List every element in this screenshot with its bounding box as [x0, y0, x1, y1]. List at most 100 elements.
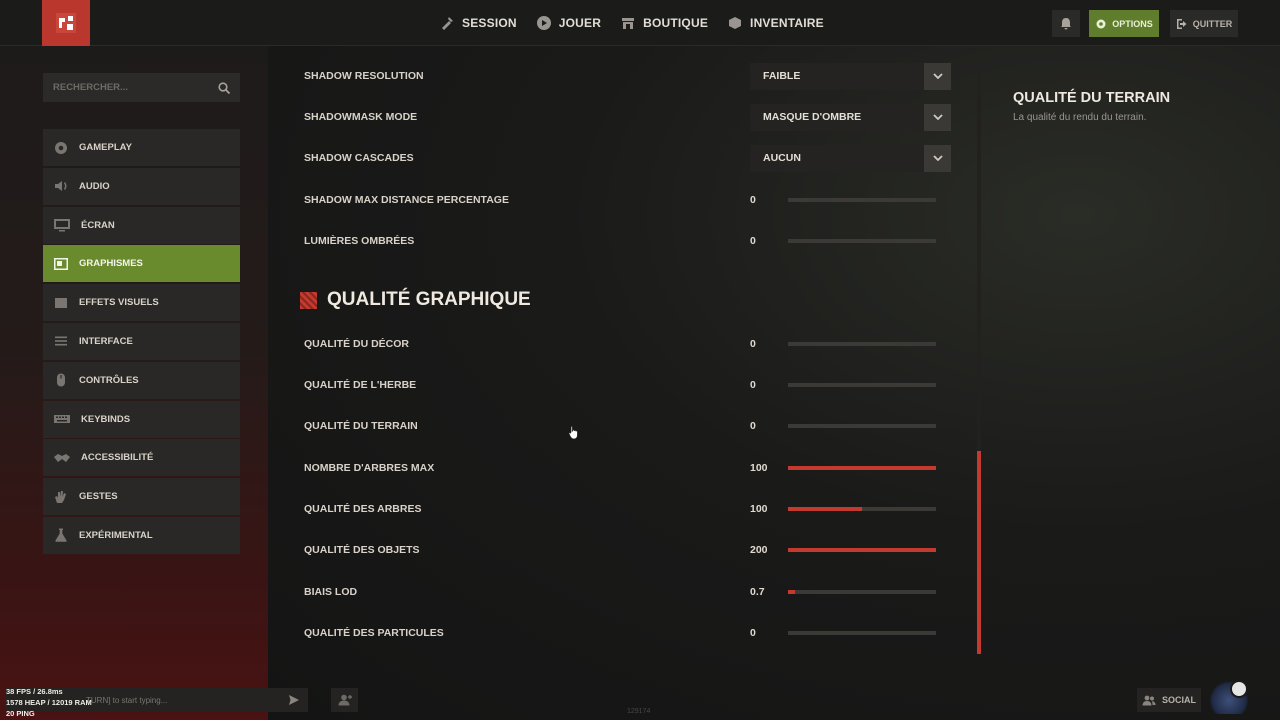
keyboard-icon — [54, 415, 70, 424]
section-title: QUALITÉ GRAPHIQUE — [327, 289, 531, 310]
gear-icon — [55, 141, 67, 154]
chevron-down-icon[interactable] — [924, 62, 951, 90]
sidebar-item-controles[interactable]: CONTRÔLES — [43, 361, 240, 399]
speaker-icon — [55, 181, 67, 192]
setting-row-qualite-herbe: QUALITÉ DE L'HERBE 0 — [304, 370, 952, 400]
add-friend-icon — [338, 694, 352, 706]
setting-row-qualite-particules: QUALITÉ DES PARTICULES 0 — [304, 618, 952, 648]
quit-button[interactable]: QUITTER — [1170, 10, 1238, 37]
slider-track[interactable] — [788, 239, 936, 243]
setting-row-shadowmask-mode: SHADOWMASK MODE MASQUE D'OMBRE — [304, 102, 952, 132]
options-button[interactable]: OPTIONS — [1089, 10, 1159, 37]
performance-stats: 38 FPS / 26.8ms 1578 HEAP / 12019 RAM 20… — [6, 686, 92, 719]
social-label: SOCIAL — [1161, 695, 1196, 705]
avatar-status-badge — [1230, 680, 1248, 698]
slider-fill — [788, 507, 862, 511]
setting-label: QUALITÉ DU TERRAIN — [304, 420, 418, 432]
notifications-button[interactable] — [1052, 10, 1080, 37]
exit-icon — [1176, 18, 1187, 29]
info-description: La qualité du rendu du terrain. — [1013, 112, 1147, 123]
menu-lines-icon — [55, 336, 67, 346]
setting-label: SHADOW CASCADES — [304, 152, 414, 164]
nav-inventaire[interactable]: INVENTAIRE — [728, 0, 844, 46]
slider-track[interactable] — [788, 424, 936, 428]
store-icon — [622, 18, 635, 29]
setting-row-qualite-arbres: QUALITÉ DES ARBRES 100 — [304, 494, 952, 524]
party-button[interactable] — [331, 688, 358, 712]
player-avatar[interactable] — [1210, 680, 1248, 714]
sidebar-item-audio[interactable]: AUDIO — [43, 167, 240, 205]
setting-label: QUALITÉ DES OBJETS — [304, 544, 420, 556]
nav-inventaire-label: INVENTAIRE — [750, 16, 824, 30]
sidebar-item-gestes[interactable]: GESTES — [43, 478, 240, 516]
rust-logo[interactable] — [42, 0, 90, 46]
slider-track[interactable] — [788, 631, 936, 635]
chevron-down-icon[interactable] — [924, 103, 951, 131]
sidebar-item-graphismes[interactable]: GRAPHISMES — [43, 245, 240, 283]
slider-value: 100 — [750, 462, 768, 474]
search-icon[interactable] — [218, 81, 230, 94]
sidebar-item-keybinds[interactable]: KEYBINDS — [43, 400, 240, 438]
sidebar-item-label: CONTRÔLES — [79, 374, 139, 386]
slider-value: 0 — [750, 420, 756, 432]
setting-label: SHADOWMASK MODE — [304, 111, 418, 123]
section-header: QUALITÉ GRAPHIQUE — [300, 289, 531, 311]
sidebar-item-ecran[interactable]: ÉCRAN — [43, 206, 240, 244]
nav-session-label: SESSION — [462, 16, 517, 30]
sidebar-item-gameplay[interactable]: GAMEPLAY — [43, 129, 240, 166]
scrollbar-thumb[interactable] — [977, 451, 981, 654]
setting-row-shadow-max-distance: SHADOW MAX DISTANCE PERCENTAGE 0 — [304, 185, 952, 215]
send-icon[interactable] — [288, 694, 300, 706]
setting-label: QUALITÉ DE L'HERBE — [304, 379, 417, 391]
setting-label: QUALITÉ DES PARTICULES — [304, 627, 444, 639]
slider-track[interactable] — [788, 198, 936, 202]
setting-info-panel: QUALITÉ DU TERRAIN La qualité du rendu d… — [1013, 90, 1253, 123]
slider-track[interactable] — [788, 590, 936, 594]
nav-boutique[interactable]: BOUTIQUE — [621, 0, 728, 46]
chevron-down-icon[interactable] — [924, 144, 951, 172]
info-title: QUALITÉ DU TERRAIN — [1013, 90, 1171, 106]
sidebar-item-interface[interactable]: INTERFACE — [43, 322, 240, 360]
dropdown-value: FAIBLE — [763, 70, 801, 82]
play-icon — [536, 16, 551, 30]
setting-label: BIAIS LOD — [304, 586, 358, 598]
setting-label: SHADOW RESOLUTION — [304, 70, 424, 82]
graphics-icon — [54, 257, 68, 270]
sidebar-item-label: EXPÉRIMENTAL — [79, 529, 153, 541]
fps-stat: 38 FPS / 26.8ms — [6, 687, 63, 696]
setting-row-shadow-resolution: SHADOW RESOLUTION FAIBLE — [304, 62, 952, 91]
slider-track[interactable] — [788, 466, 936, 470]
search-input[interactable] — [53, 82, 218, 93]
settings-sidebar: GAMEPLAY AUDIO ÉCRAN GRAPHISMES EFFETS V… — [43, 129, 240, 556]
top-bar: SESSION JOUER BOUTIQUE INVENTAIRE OPTION… — [0, 0, 1280, 46]
slider-value: 0 — [750, 194, 756, 206]
sidebar-item-label: ACCESSIBILITÉ — [81, 452, 154, 464]
sidebar-item-effets-visuels[interactable]: EFFETS VISUELS — [43, 284, 240, 322]
social-button[interactable]: SOCIAL — [1137, 688, 1201, 712]
slider-track[interactable] — [788, 342, 936, 346]
slider-fill — [788, 466, 936, 470]
session-icon — [442, 17, 453, 30]
slider-value: 0 — [750, 379, 756, 391]
settings-panel: SHADOW RESOLUTION FAIBLE SHADOWMASK MODE… — [292, 62, 972, 658]
sidebar-item-accessibilite[interactable]: ACCESSIBILITÉ — [43, 439, 240, 477]
shadow-resolution-dropdown[interactable]: FAIBLE — [750, 62, 951, 90]
shadowmask-mode-dropdown[interactable]: MASQUE D'OMBRE — [750, 103, 951, 131]
nav-jouer[interactable]: JOUER — [536, 0, 621, 46]
slider-fill — [788, 548, 936, 552]
slider-track[interactable] — [788, 383, 936, 387]
sidebar-item-label: GRAPHISMES — [79, 258, 143, 270]
slider-track[interactable] — [788, 507, 936, 511]
setting-label: QUALITÉ DES ARBRES — [304, 503, 422, 515]
sidebar-item-label: GESTES — [79, 491, 118, 503]
options-label: OPTIONS — [1112, 18, 1153, 29]
nav-session[interactable]: SESSION — [440, 0, 537, 46]
slider-value: 100 — [750, 503, 768, 515]
gear-icon — [1096, 19, 1106, 28]
slider-fill — [788, 590, 796, 594]
shadow-cascades-dropdown[interactable]: AUCUN — [750, 144, 951, 172]
sidebar-item-experimental[interactable]: EXPÉRIMENTAL — [43, 516, 240, 554]
section-marker-icon — [300, 291, 317, 309]
sidebar-item-label: KEYBINDS — [81, 413, 131, 425]
slider-track[interactable] — [788, 548, 936, 552]
